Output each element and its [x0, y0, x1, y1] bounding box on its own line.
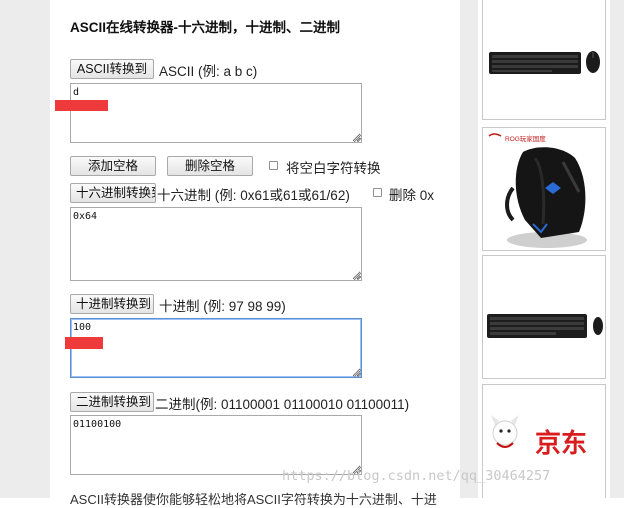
keyboard-mouse-image — [487, 314, 603, 338]
decimal-textarea-wrap: 100 — [70, 318, 362, 378]
redaction-mark — [55, 100, 108, 111]
hex-textarea-wrap: 0x64 — [70, 207, 362, 281]
resize-grip-icon[interactable] — [354, 135, 361, 142]
ad-keyboard-mouse-1[interactable] — [482, 0, 606, 120]
add-space-button[interactable]: 添加空格 — [70, 156, 156, 176]
description-text: ASCII转换器使你能够轻松地将ASCII字符转换为十六进制、十进 — [70, 492, 437, 507]
remove-0x-checkbox[interactable] — [373, 188, 382, 197]
keyboard-mouse-image — [489, 51, 600, 74]
decimal-textarea[interactable]: 100 — [70, 318, 362, 378]
binary-label: 二进制(例: 01100001 01100010 01100011) — [155, 397, 410, 412]
binary-convert-button[interactable]: 二进制转换到 — [70, 392, 154, 412]
binary-textarea[interactable]: 01100100 — [70, 415, 362, 475]
column-divider — [460, 0, 478, 498]
ascii-convert-button[interactable]: ASCII转换到 — [70, 59, 154, 79]
remove-space-button[interactable]: 删除空格 — [167, 156, 253, 176]
right-page-gutter — [610, 0, 624, 498]
page-title: ASCII在线转换器-十六进制，十进制、二进制 — [70, 20, 340, 35]
hex-convert-button[interactable]: 十六进制转换到 — [70, 183, 156, 203]
watermark: https://blog.csdn.net/qq_30464257 — [282, 468, 551, 484]
whitespace-checkbox[interactable] — [269, 161, 278, 170]
binary-textarea-wrap: 01100100 — [70, 415, 362, 475]
ascii-label: ASCII (例: a b c) — [159, 64, 258, 79]
ascii-textarea-wrap: d — [70, 83, 362, 143]
redaction-mark — [65, 337, 103, 349]
hex-label: 十六进制 (例: 0x61或61或61/62) — [157, 188, 350, 203]
ad-keyboard-mouse-2[interactable] — [482, 255, 606, 379]
jd-store-name: 京东 — [535, 428, 588, 458]
decimal-convert-button[interactable]: 十进制转换到 — [70, 294, 154, 314]
ad-gaming-mouse[interactable]: ROG玩家国度 — [482, 127, 606, 251]
gaming-mouse-image: ROG玩家国度 — [488, 133, 587, 248]
rog-logo: ROG玩家国度 — [505, 134, 546, 143]
whitespace-checkbox-label: 将空白字符转换 — [286, 161, 381, 176]
remove-0x-label: 删除 0x — [389, 188, 435, 203]
hex-textarea[interactable]: 0x64 — [70, 207, 362, 281]
ascii-textarea[interactable]: d — [70, 83, 362, 143]
left-page-gutter — [0, 0, 50, 498]
decimal-label: 十进制 (例: 97 98 99) — [159, 299, 286, 314]
resize-grip-icon[interactable] — [354, 370, 361, 377]
resize-grip-icon[interactable] — [354, 273, 361, 280]
